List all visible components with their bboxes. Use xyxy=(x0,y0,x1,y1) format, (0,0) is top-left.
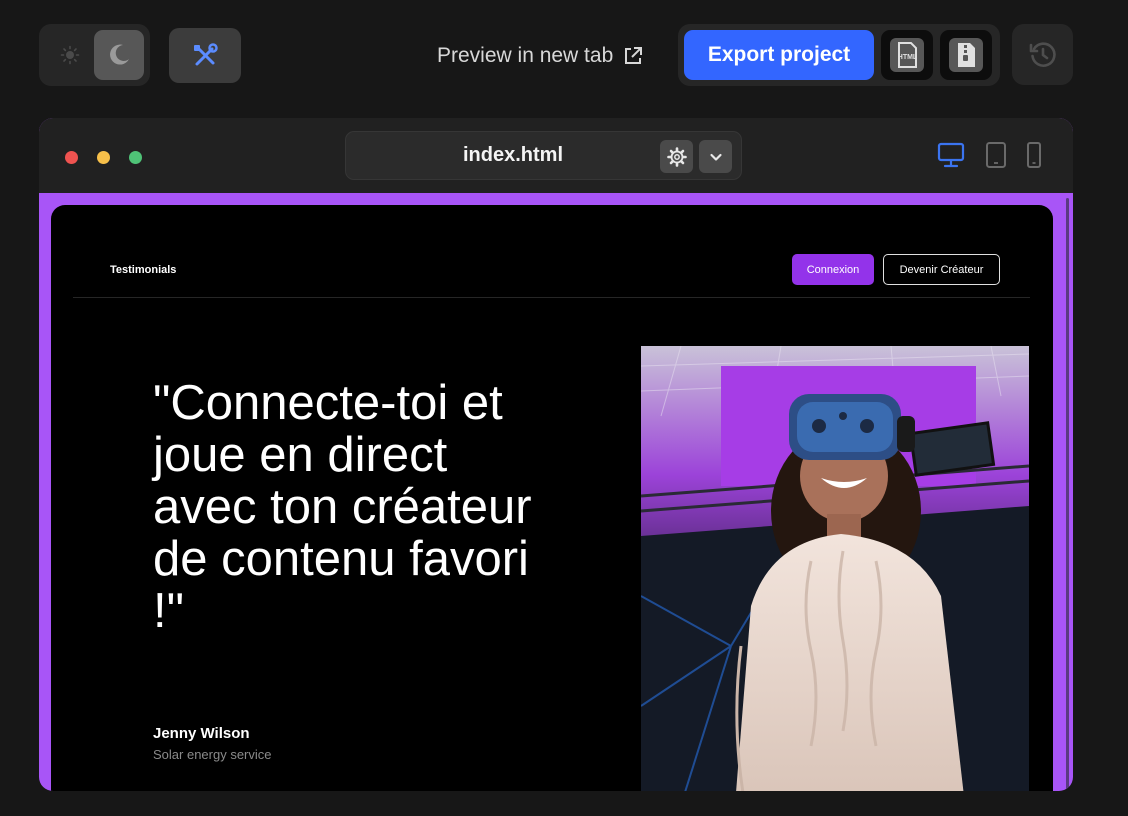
author-name: Jenny Wilson xyxy=(153,725,250,742)
file-settings-button[interactable] xyxy=(660,140,693,173)
theme-toggle xyxy=(39,24,150,86)
tools-icon xyxy=(194,42,218,65)
mobile-view-button[interactable] xyxy=(1026,140,1042,170)
nav-title: Testimonials xyxy=(110,264,177,276)
html-file-label: HTML xyxy=(898,54,918,61)
desktop-icon xyxy=(937,142,965,168)
become-creator-button[interactable]: Devenir Créateur xyxy=(883,254,1000,285)
window-maximize-dot[interactable] xyxy=(129,151,142,164)
nav-divider xyxy=(73,297,1030,298)
preview-label: Preview in new tab xyxy=(437,44,614,67)
login-button[interactable]: Connexion xyxy=(792,254,874,285)
history-button[interactable] xyxy=(1012,24,1073,85)
gear-icon xyxy=(666,146,687,167)
file-dropdown-button[interactable] xyxy=(699,140,732,173)
window-close-dot[interactable] xyxy=(65,151,78,164)
author-role: Solar energy service xyxy=(153,747,272,762)
moon-icon xyxy=(110,44,129,65)
preview-scrollbar[interactable] xyxy=(1066,198,1069,791)
preview-new-tab-link[interactable]: Preview in new tab xyxy=(437,42,643,70)
history-icon xyxy=(1029,41,1056,67)
chevron-down-icon xyxy=(709,153,722,161)
preview-page: Testimonials Connexion Devenir Créateur … xyxy=(51,205,1053,791)
export-project-button[interactable]: Export project xyxy=(684,30,874,80)
preview-window: index.html Testimonials Connexion Deveni… xyxy=(39,118,1073,791)
file-selector: index.html xyxy=(345,131,742,180)
export-group: Export project HTML xyxy=(678,24,1000,86)
zip-file-icon xyxy=(949,38,983,72)
window-minimize-dot[interactable] xyxy=(97,151,110,164)
tablet-icon xyxy=(986,142,1006,168)
file-name: index.html xyxy=(462,144,563,166)
testimonial-quote: "Connecte-toi et joue en direct avec ton… xyxy=(153,376,532,638)
testimonial-photo xyxy=(641,346,1029,791)
sun-icon xyxy=(60,45,80,65)
mobile-icon xyxy=(1027,142,1041,168)
tools-button[interactable] xyxy=(169,28,241,83)
desktop-view-button[interactable] xyxy=(936,140,966,170)
vr-headset-person-image xyxy=(641,346,1029,791)
tablet-view-button[interactable] xyxy=(985,140,1007,170)
light-mode-button[interactable] xyxy=(45,30,95,80)
download-html-button[interactable]: HTML xyxy=(881,30,933,80)
external-link-icon xyxy=(625,47,643,64)
dark-mode-button[interactable] xyxy=(94,30,144,80)
window-title-bar: index.html xyxy=(39,118,1073,193)
download-zip-button[interactable] xyxy=(940,30,992,80)
html-file-icon: HTML xyxy=(890,38,924,72)
